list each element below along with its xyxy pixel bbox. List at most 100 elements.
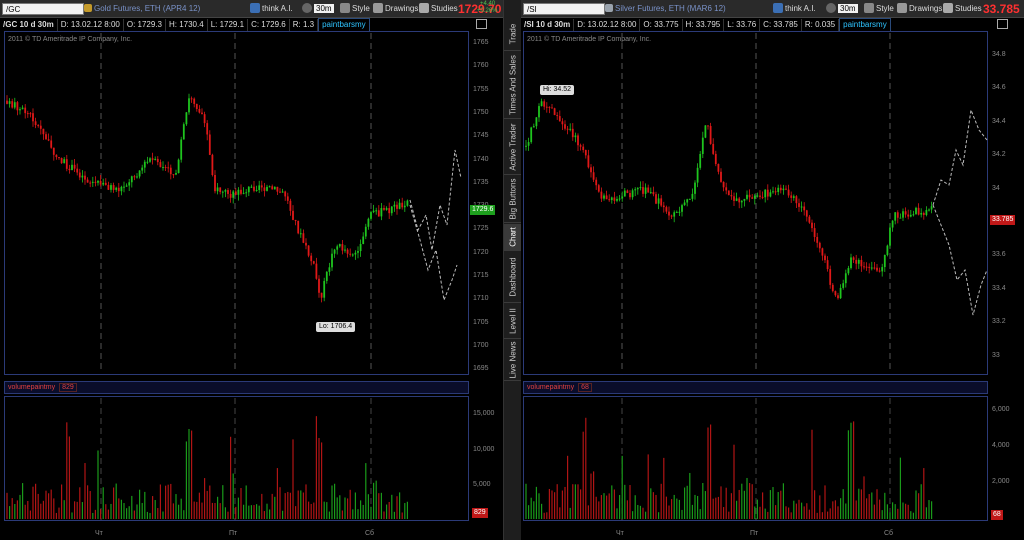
right-candle <box>852 257 855 260</box>
right-volume-bar <box>567 455 569 519</box>
right-volume-bar <box>600 495 602 519</box>
right-volume-bar <box>772 487 774 519</box>
tab-big-buttons[interactable]: Big Buttons <box>504 176 522 223</box>
right-volume-bar <box>863 476 865 519</box>
left-volume-bar <box>328 511 330 519</box>
right-candle <box>657 198 660 204</box>
right-volume-bar <box>879 499 881 519</box>
left-candle <box>6 100 8 104</box>
right-candle <box>704 125 707 138</box>
tab-times-and-sales[interactable]: Times And Sales <box>504 52 522 119</box>
right-volume-bar <box>725 487 727 519</box>
right-volume-bar <box>712 498 714 519</box>
left-candle <box>76 168 79 173</box>
left-volume-bar <box>71 512 73 519</box>
right-volume-bar <box>928 500 930 519</box>
left-candle <box>102 182 105 185</box>
tab-live-news[interactable]: Live News <box>504 340 522 381</box>
left-candle <box>325 271 328 281</box>
left-volume-bar <box>261 493 263 519</box>
tab-live-news-label: Live News <box>508 341 518 379</box>
left-volume-bar <box>401 512 403 519</box>
right-candle <box>915 207 917 215</box>
left-volume-bar <box>237 497 239 519</box>
right-candle <box>753 195 756 199</box>
right-candle <box>842 283 845 288</box>
right-candle <box>603 195 605 199</box>
right-price-tick: 34 <box>992 184 1000 192</box>
left-volume-bar <box>336 497 338 519</box>
left-candle <box>97 180 99 183</box>
right-candle <box>621 196 624 199</box>
right-volume-bar <box>650 488 652 519</box>
tab-active-trader[interactable]: Active Trader <box>504 120 522 175</box>
left-volume-bar <box>11 498 13 519</box>
right-volume-bar <box>899 457 901 519</box>
left-volume-bar <box>100 508 102 519</box>
right-volume-bar <box>535 486 537 519</box>
right-candle <box>691 193 694 199</box>
left-candle <box>201 112 203 115</box>
left-volume-bar <box>159 484 161 519</box>
right-volume-bar <box>530 497 532 519</box>
right-candle <box>774 191 777 193</box>
right-candle <box>608 199 611 201</box>
right-volume-bar <box>668 505 670 519</box>
right-volume-bar <box>681 509 683 519</box>
right-candle <box>907 214 910 217</box>
right-volume-bar <box>897 508 899 519</box>
left-time-tick: Чт <box>95 530 103 537</box>
left-volume-bar <box>89 491 91 519</box>
right-volume-bar <box>525 483 527 519</box>
left-candle <box>125 185 128 187</box>
right-candle <box>626 190 629 194</box>
left-candle <box>279 191 281 193</box>
left-volume-bar <box>66 422 68 519</box>
right-candle <box>743 198 746 201</box>
right-candle <box>787 189 790 196</box>
right-volume-bar <box>663 457 665 519</box>
left-volume-bar <box>406 501 408 519</box>
left-candle <box>359 243 362 252</box>
right-volume-bar <box>593 471 595 519</box>
right-volume-bar <box>782 483 784 519</box>
right-candle <box>582 146 585 151</box>
right-candle <box>618 198 621 200</box>
right-candle <box>545 106 548 108</box>
right-candle <box>616 198 618 201</box>
right-volume-bar <box>616 508 618 519</box>
left-candle <box>94 181 97 183</box>
right-candle <box>792 196 795 198</box>
right-high-callout: Hi: 34.52 <box>540 85 575 95</box>
left-candle <box>63 159 66 164</box>
left-candle <box>19 109 21 111</box>
left-candle <box>185 112 188 125</box>
left-volume-bar <box>224 507 226 519</box>
left-volume-bar <box>48 493 50 519</box>
left-candle <box>24 107 27 114</box>
right-volume-tick: 2,000 <box>992 477 1010 485</box>
left-volume-bar <box>16 500 18 519</box>
left-volume-bar <box>113 487 115 519</box>
tab-chart[interactable]: Chart <box>504 224 522 251</box>
left-candle <box>89 182 92 184</box>
left-candle <box>263 187 266 191</box>
left-volume-bar <box>6 492 8 519</box>
right-candle <box>548 106 551 108</box>
right-candle <box>587 155 590 168</box>
tab-trade[interactable]: Trade <box>504 18 522 51</box>
tab-level-ii[interactable]: Level II <box>504 304 522 339</box>
right-volume-bar <box>554 492 556 519</box>
right-candle <box>592 172 595 180</box>
left-volume-bar <box>32 486 34 519</box>
left-candle <box>143 161 146 168</box>
right-candle <box>928 209 930 211</box>
left-volume-bar <box>386 504 388 519</box>
right-volume-bar <box>559 507 561 519</box>
tab-dashboard[interactable]: Dashboard <box>504 252 522 303</box>
left-candle <box>159 162 162 168</box>
left-volume-bar <box>326 502 328 519</box>
left-candle <box>258 185 261 191</box>
left-volume-bar <box>373 482 375 519</box>
right-candle <box>863 266 865 268</box>
